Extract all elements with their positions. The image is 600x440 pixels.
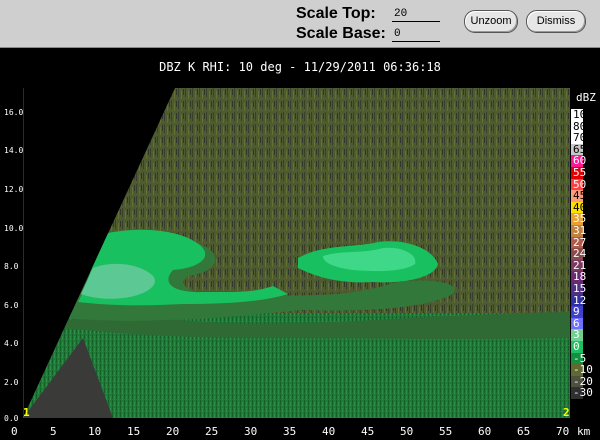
y-tick-4: 4.0 [4, 339, 19, 348]
x-tick-60: 60 [478, 425, 492, 438]
y-tick-2: 2.0 [4, 378, 19, 387]
x-tick-0: 0 [11, 425, 18, 438]
scale-top-row: Scale Top: [296, 4, 440, 24]
legend-label: 0 [573, 340, 580, 353]
y-tick-0: 0.0 [4, 414, 19, 423]
y-tick-12: 12.0 [4, 185, 24, 194]
x-tick-25: 25 [205, 425, 219, 438]
dismiss-button[interactable]: Dismiss [526, 10, 586, 33]
y-tick-8: 8.0 [4, 262, 19, 271]
legend-unit: dBZ [576, 91, 596, 104]
y-tick-10: 10.0 [4, 224, 24, 233]
corner-marker-right: 2 [563, 406, 570, 419]
x-tick-40: 40 [322, 425, 336, 438]
legend-label: 100 [573, 108, 593, 121]
scale-base-label: Scale Base: [296, 25, 386, 42]
scale-base-input[interactable] [392, 26, 440, 42]
x-tick-5: 5 [50, 425, 57, 438]
x-tick-15: 15 [127, 425, 141, 438]
unzoom-button[interactable]: Unzoom [464, 10, 518, 33]
x-unit-label: km [577, 425, 591, 438]
legend-label: 31 [573, 224, 587, 237]
x-tick-70: 70 [556, 425, 570, 438]
legend-label: 15 [573, 282, 587, 295]
toolbar: Scale Top: Scale Base: Unzoom Dismiss [0, 0, 600, 48]
scale-top-input[interactable] [392, 6, 440, 22]
x-tick-55: 55 [439, 425, 453, 438]
scale-top-label: Scale Top: [296, 5, 376, 22]
corner-marker-left: 1 [23, 406, 30, 419]
x-tick-45: 45 [361, 425, 375, 438]
x-tick-50: 50 [400, 425, 414, 438]
x-tick-35: 35 [283, 425, 297, 438]
x-tick-30: 30 [244, 425, 258, 438]
y-tick-6: 6.0 [4, 301, 19, 310]
y-tick-16: 16.0 [4, 108, 24, 117]
scale-base-row: Scale Base: [296, 24, 440, 44]
plot-title: DBZ K RHI: 10 deg - 11/29/2011 06:36:18 [159, 60, 441, 74]
y-tick-14: 14.0 [4, 146, 24, 155]
x-tick-10: 10 [88, 425, 102, 438]
x-tick-20: 20 [166, 425, 180, 438]
legend-label: 55 [573, 166, 587, 179]
rhi-radar-plot[interactable] [23, 88, 570, 418]
legend-label: -30 [573, 386, 593, 400]
reflectivity-field [23, 88, 570, 418]
x-tick-65: 65 [517, 425, 531, 438]
